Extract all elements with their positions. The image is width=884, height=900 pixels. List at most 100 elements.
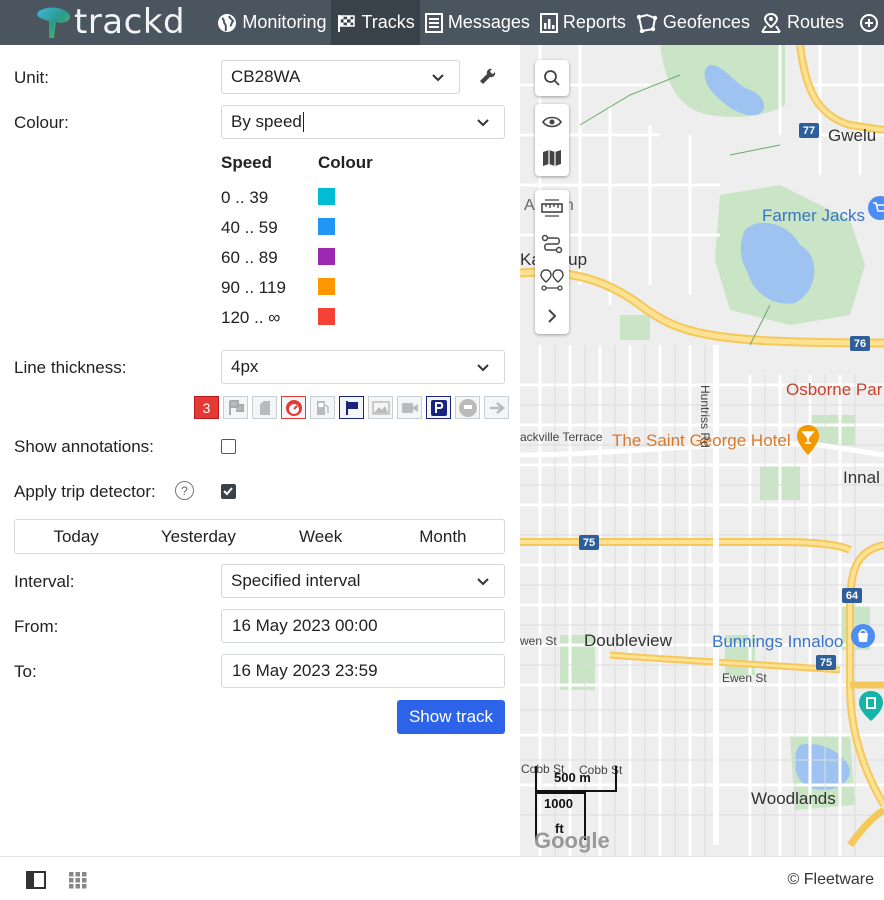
nav-reports-label: Reports — [562, 12, 626, 32]
ruler-icon — [541, 199, 563, 217]
nav-routes[interactable]: Routes — [755, 0, 849, 45]
flags-icon — [228, 399, 244, 415]
highway-shield: 77 — [799, 123, 819, 138]
legend-speed-range: 0 .. 39 — [221, 188, 269, 207]
map-label-osborne-park[interactable]: Osborne Par — [786, 380, 882, 400]
map-label-doubleview: Doubleview — [584, 631, 672, 650]
unit-select[interactable]: CB28WA — [221, 60, 460, 94]
chevron-down-icon — [477, 119, 489, 127]
google-attribution: Google — [534, 828, 610, 853]
scale-imperial-value: 1000 — [544, 796, 573, 811]
chevron-down-icon — [477, 578, 489, 586]
scale-metric-label: 500 m — [554, 770, 591, 785]
colour-label: Colour: — [14, 113, 69, 132]
map-label-bunnings-innaloo[interactable]: Bunnings Innaloo — [712, 632, 843, 652]
checkered-flag-icon — [338, 14, 356, 32]
line-thickness-value: 4px — [231, 357, 259, 376]
nav-messages[interactable]: Messages — [420, 0, 535, 45]
chevron-down-icon — [477, 364, 489, 372]
top-navigation-bar: trackd Monitoring Tracks Messages Report… — [0, 0, 884, 45]
from-datetime-input[interactable]: 16 May 2023 00:00 — [221, 609, 505, 643]
line-thickness-select[interactable]: 4px — [221, 350, 505, 384]
cinema-pin-icon[interactable] — [858, 690, 884, 727]
legend-colour-swatch — [318, 248, 335, 265]
shopping-cart-pin-icon[interactable] — [867, 195, 884, 226]
route-tool-button[interactable] — [535, 226, 569, 262]
nav-geofences[interactable]: Geofences — [631, 0, 755, 45]
trip-detector-checkbox[interactable] — [221, 484, 236, 499]
expand-toolbar-button[interactable] — [535, 298, 569, 334]
unit-select-value: CB28WA — [231, 67, 301, 86]
show-track-button[interactable]: Show track — [397, 700, 505, 734]
map-icon — [543, 150, 561, 166]
fuel-marker-toggle[interactable] — [310, 396, 335, 419]
show-annotations-checkbox[interactable] — [221, 439, 236, 454]
map-pins-icon — [540, 269, 564, 291]
interval-select-value: Specified interval — [231, 571, 361, 590]
geofence-icon — [636, 13, 658, 33]
nav-routes-label: Routes — [786, 12, 844, 32]
logo-mark-icon — [34, 6, 74, 40]
show-annotations-label: Show annotations: — [14, 437, 154, 456]
legend-speed-range: 90 .. 119 — [221, 278, 286, 297]
bar-pin-icon[interactable] — [796, 424, 820, 461]
nav-more[interactable] — [849, 0, 884, 45]
period-today-button[interactable]: Today — [15, 520, 137, 553]
nav-monitoring[interactable]: Monitoring — [212, 0, 331, 45]
report-icon — [539, 12, 558, 33]
shopping-bag-pin-icon[interactable] — [850, 623, 876, 654]
legend-speed-header: Speed — [221, 153, 273, 172]
canister-icon — [259, 400, 270, 415]
help-icon[interactable]: ? — [175, 481, 194, 500]
eye-icon — [542, 116, 562, 128]
map-view[interactable]: Gwelu Farmer Jacks Ka yup African Osborn… — [520, 45, 884, 856]
measure-distance-button[interactable] — [535, 190, 569, 226]
app-logo[interactable]: trackd — [0, 0, 212, 45]
trip-detector-label: Apply trip detector: — [14, 482, 156, 501]
period-week-button[interactable]: Week — [260, 520, 382, 553]
video-marker-toggle[interactable] — [397, 396, 422, 419]
unit-label: Unit: — [14, 68, 49, 87]
to-datetime-value: 16 May 2023 23:59 — [232, 661, 378, 680]
wrench-icon[interactable] — [478, 67, 498, 87]
nav-tracks[interactable]: Tracks — [331, 0, 420, 45]
search-icon — [544, 70, 560, 86]
period-month-button[interactable]: Month — [382, 520, 504, 553]
globe-icon — [218, 13, 237, 32]
map-layers-button[interactable] — [535, 140, 569, 176]
map-search-toolbar — [535, 60, 569, 96]
stop-sign-toggle[interactable] — [455, 396, 480, 419]
to-datetime-input[interactable]: 16 May 2023 23:59 — [221, 654, 505, 688]
toggle-panel-icon[interactable] — [26, 871, 46, 889]
colour-select[interactable]: By speed — [221, 105, 505, 139]
speeding-marker-toggle[interactable] — [281, 396, 306, 419]
highway-shield: 76 — [850, 336, 870, 351]
address-points-button[interactable] — [535, 262, 569, 298]
fillings-marker-toggle[interactable] — [252, 396, 277, 419]
image-icon — [371, 400, 390, 415]
chevron-down-icon — [432, 74, 444, 82]
period-yesterday-button[interactable]: Yesterday — [137, 520, 259, 553]
stops-flag-toggle[interactable] — [339, 396, 364, 419]
flag-icon — [345, 400, 358, 415]
map-label-gwelup: Gwelu — [828, 126, 877, 145]
map-label-ewen-st-west: wen St — [520, 634, 557, 648]
highway-shield: 64 — [842, 588, 862, 603]
logo-text: trackd — [74, 2, 186, 42]
trips-marker-toggle[interactable] — [223, 396, 248, 419]
colour-select-value: By speed — [231, 112, 302, 131]
legend-colour-swatch — [318, 218, 335, 235]
stop-sign-icon — [458, 398, 477, 417]
grid-layout-icon[interactable] — [68, 871, 88, 889]
nav-reports[interactable]: Reports — [535, 0, 631, 45]
map-search-button[interactable] — [535, 60, 569, 96]
map-view-toolbar — [535, 104, 569, 176]
parking-marker-toggle[interactable] — [426, 396, 451, 419]
events-marker-toggle[interactable] — [484, 396, 509, 419]
interval-select[interactable]: Specified interval — [221, 564, 505, 598]
map-visibility-button[interactable] — [535, 104, 569, 140]
map-label-farmer-jacks[interactable]: Farmer Jacks — [762, 206, 865, 226]
marker-count-toggle[interactable]: 3 — [194, 396, 219, 419]
nav-messages-label: Messages — [447, 12, 530, 32]
images-marker-toggle[interactable] — [368, 396, 393, 419]
